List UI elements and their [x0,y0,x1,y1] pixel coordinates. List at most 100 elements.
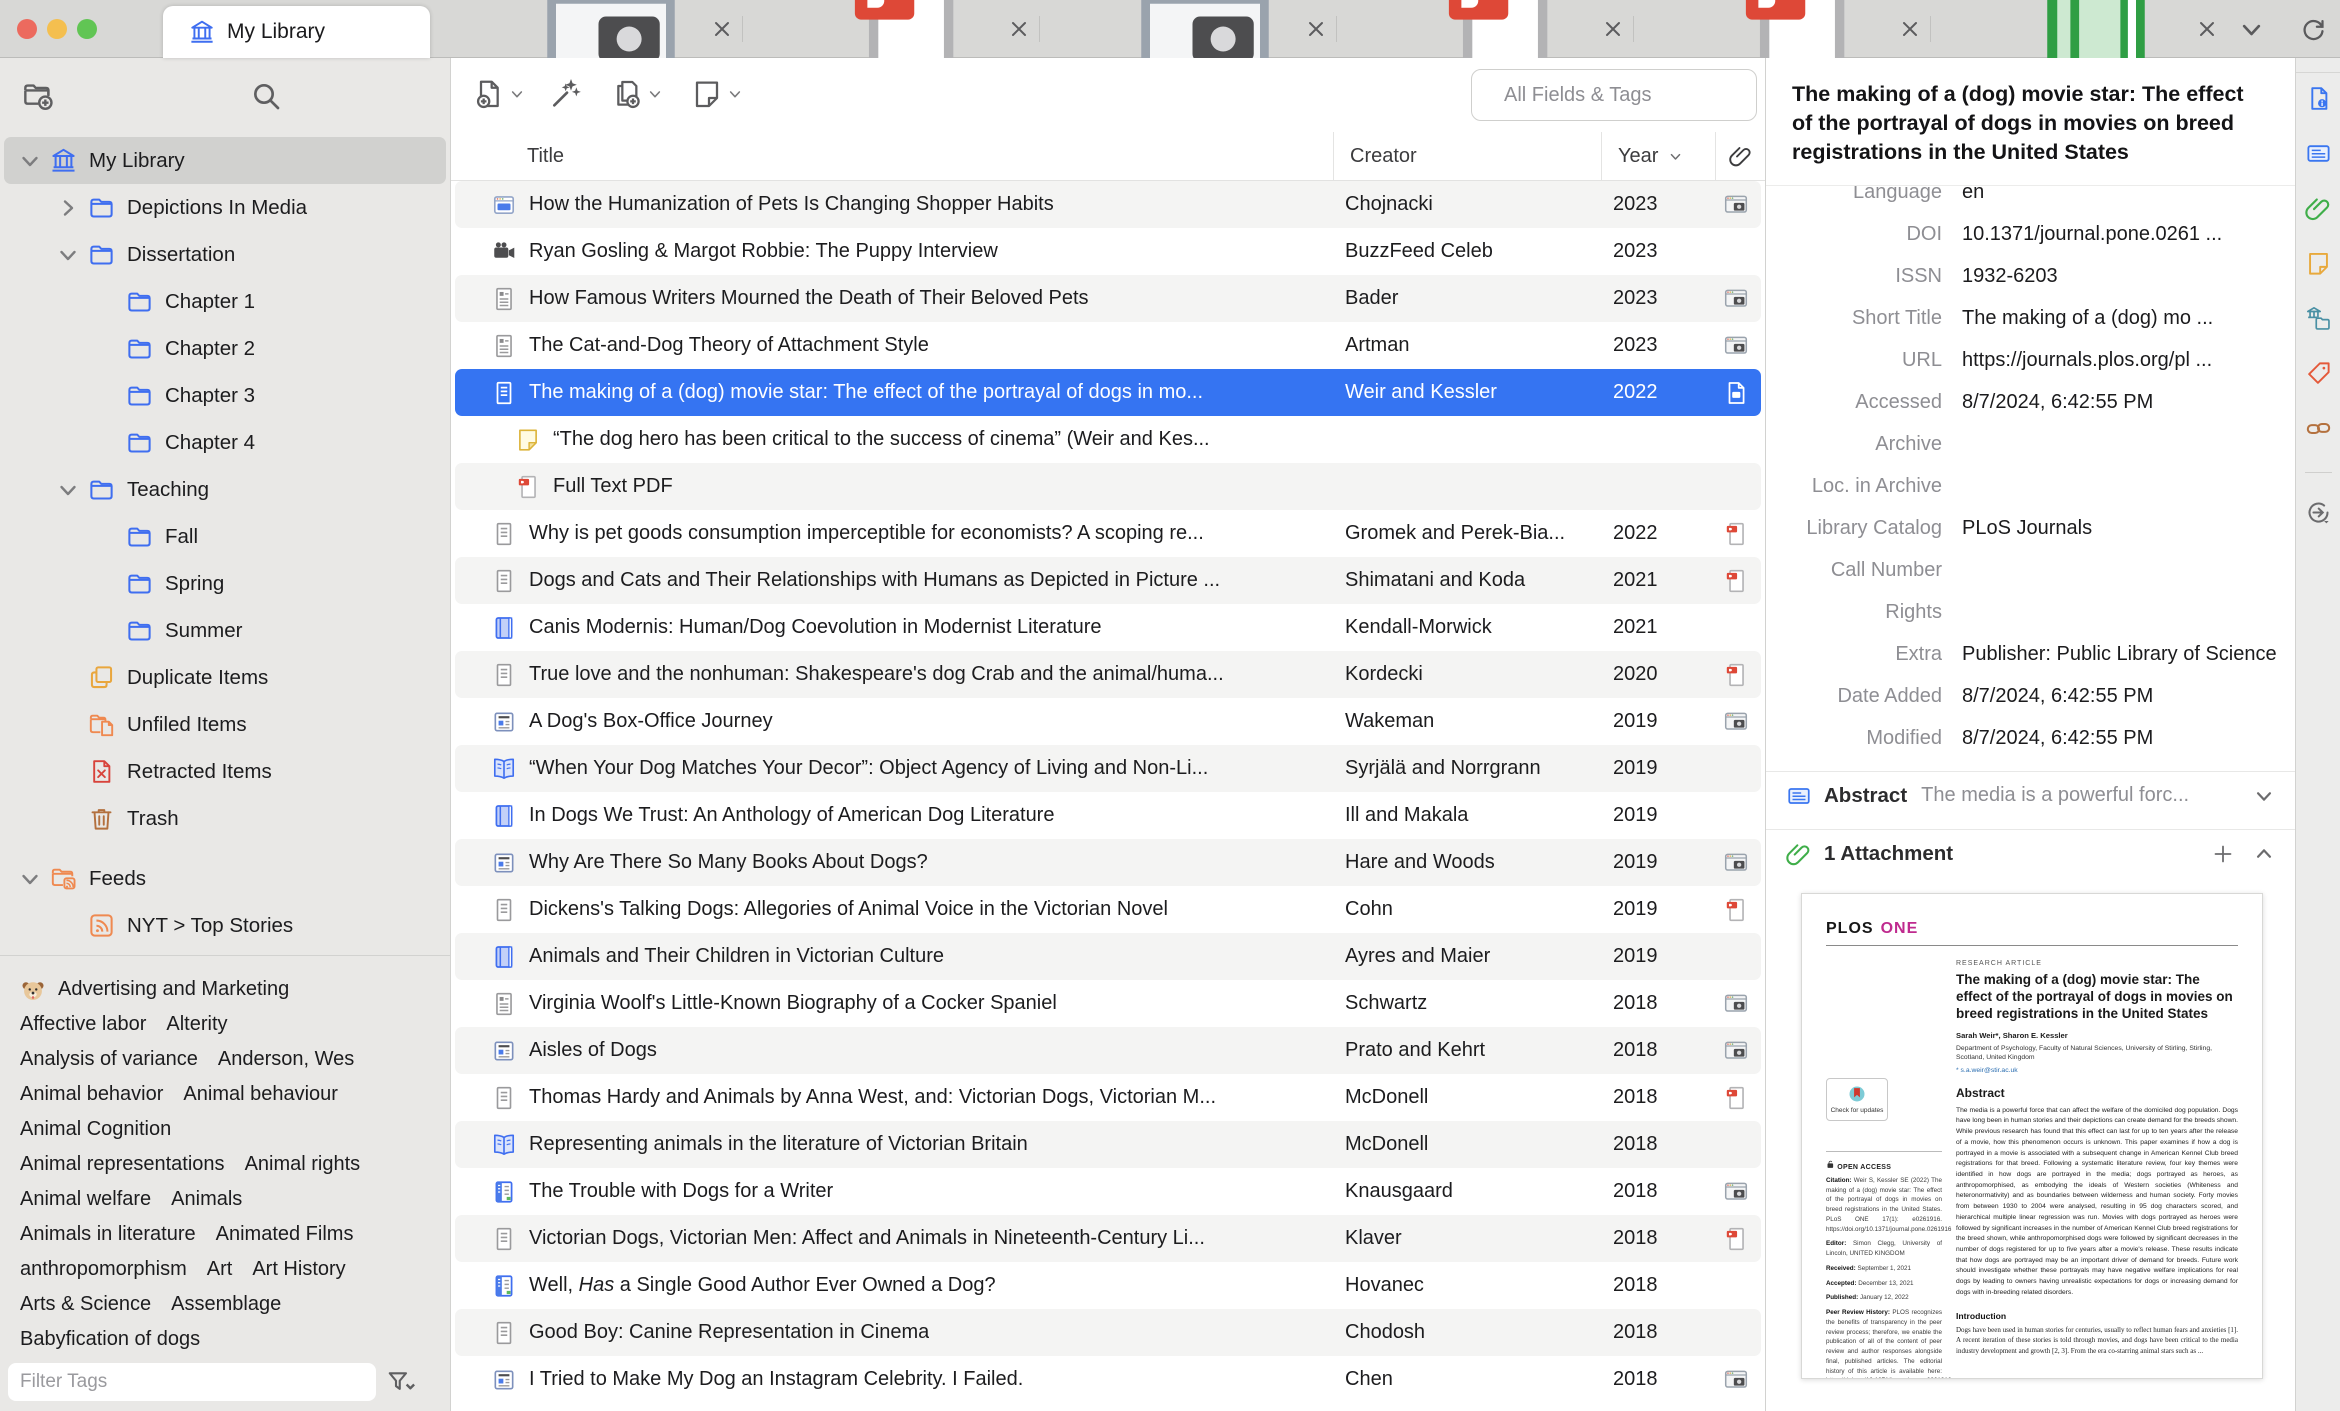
close-icon[interactable] [1007,17,1031,41]
tab-document-1[interactable]: Dante's Dogs - Man [445,0,742,58]
column-header-creator[interactable]: Creator [1333,132,1601,180]
item-row[interactable]: “When Your Dog Matches Your Decor”: Obje… [455,745,1761,792]
field-value[interactable] [1962,473,2281,499]
item-row[interactable]: The making of a (dog) movie star: The ef… [455,369,1761,416]
chevron-down-icon[interactable] [56,478,80,502]
field-value[interactable] [1962,599,2281,625]
item-row[interactable]: Well, Has a Single Good Author Ever Owne… [455,1262,1761,1309]
sidebar-item-my-library[interactable]: My Library [4,137,446,184]
notes-icon[interactable] [2305,250,2332,277]
abstract-icon[interactable] [2305,140,2332,167]
tag-affective-labor[interactable]: Affective labor [20,1013,146,1036]
sidebar-item-unfiled-items[interactable]: Unfiled Items [4,701,446,748]
item-child-row[interactable]: “The dog hero has been critical to the s… [455,416,1761,463]
sidebar-item-duplicate-items[interactable]: Duplicate Items [4,654,446,701]
tag-animal-behavior[interactable]: Animal behavior [20,1083,163,1106]
search-input[interactable] [1504,83,1769,107]
tag-filter-options-icon[interactable] [386,1367,416,1397]
tag-animal-behaviour[interactable]: Animal behaviour [183,1083,338,1106]
search-field[interactable] [1471,69,1769,121]
close-icon[interactable] [1304,17,1328,41]
tag-analysis-of-variance[interactable]: Analysis of variance [20,1048,198,1071]
item-row[interactable]: I Tried to Make My Dog an Instagram Cele… [455,1356,1761,1403]
locate-icon[interactable] [2305,499,2332,526]
tag-animal-cognition[interactable]: Animal Cognition [20,1118,171,1141]
item-row[interactable]: Representing animals in the literature o… [455,1121,1761,1168]
field-value[interactable]: en [1962,186,2281,205]
collapse-section-icon[interactable] [2253,843,2275,865]
chevron-right-icon[interactable] [56,196,80,220]
sidebar-item-chapter-4[interactable]: Chapter 4 [4,419,446,466]
sidebar-item-nyt-top-stories[interactable]: NYT > Top Stories [4,902,446,949]
pdf-preview[interactable]: PLOS ONE Check for updates OPEN ACCESS C… [1801,893,2263,1379]
new-collection-icon[interactable] [22,80,54,112]
close-icon[interactable] [1601,17,1625,41]
chevron-down-icon[interactable] [18,867,42,891]
item-row[interactable]: Why is pet goods consumption imperceptib… [455,510,1761,557]
tag-art-history[interactable]: Art History [252,1258,345,1281]
item-row[interactable]: Victorian Dogs, Victorian Men: Affect an… [455,1215,1761,1262]
field-value[interactable]: 1932-6203 [1962,263,2281,289]
field-value[interactable]: 8/7/2024, 6:42:55 PM [1962,683,2281,709]
sidebar-item-retracted-items[interactable]: Retracted Items [4,748,446,795]
close-icon[interactable] [2195,17,2219,41]
item-row[interactable]: Virginia Woolf's Little-Known Biography … [455,980,1761,1027]
tab-overflow-chevron-icon[interactable] [2238,16,2265,43]
tag-animal-representations[interactable]: Animal representations [20,1153,225,1176]
field-value[interactable]: The making of a (dog) mo ... [1962,305,2281,331]
item-row[interactable]: True love and the nonhuman: Shakespeare'… [455,651,1761,698]
sidebar-item-chapter-1[interactable]: Chapter 1 [4,278,446,325]
tag-animated-films[interactable]: Animated Films [216,1223,354,1246]
add-by-identifier-button[interactable] [549,78,581,110]
tab-document-3[interactable]: Aisles of Dogs - Prat [1039,0,1336,58]
field-value[interactable]: 8/7/2024, 6:42:55 PM [1962,389,2281,415]
sidebar-item-chapter-2[interactable]: Chapter 2 [4,325,446,372]
item-row[interactable]: Aisles of Dogs Prato and Kehrt 2018 [455,1027,1761,1074]
field-value[interactable]: https://journals.plos.org/pl ... [1962,347,2281,373]
item-row[interactable]: How Famous Writers Mourned the Death of … [455,275,1761,322]
item-row[interactable]: Dogs and Cats and Their Relationships wi… [455,557,1761,604]
tag-alterity[interactable]: Alterity [166,1013,227,1036]
item-child-row[interactable]: Full Text PDF [455,463,1761,510]
sidebar-item-chapter-3[interactable]: Chapter 3 [4,372,446,419]
collections-search-icon[interactable] [250,80,282,112]
tab-document-4[interactable]: Victorian Dogs, Victo [1336,0,1633,58]
tag-animal-rights[interactable]: Animal rights [245,1153,361,1176]
item-row[interactable]: Canis Modernis: Human/Dog Coevolution in… [455,604,1761,651]
item-row[interactable]: The Cat-and-Dog Theory of Attachment Sty… [455,322,1761,369]
sync-icon[interactable] [2300,16,2327,43]
new-item-button[interactable] [473,78,525,110]
zoom-window-button[interactable] [77,19,97,39]
sidebar-item-feeds[interactable]: Feeds [4,855,446,902]
attachments-section[interactable]: 1 Attachment [1766,829,2295,877]
column-header-year[interactable]: Year [1601,132,1715,180]
close-icon[interactable] [1898,17,1922,41]
item-row[interactable]: Animals and Their Children in Victorian … [455,933,1761,980]
tab-my-library[interactable]: My Library [163,6,430,58]
field-value[interactable]: 10.1371/journal.pone.0261 ... [1962,221,2281,247]
sidebar-item-trash[interactable]: Trash [4,795,446,842]
abstract-section[interactable]: Abstract The media is a powerful forc... [1766,771,2295,819]
sidebar-item-dissertation[interactable]: Dissertation [4,231,446,278]
tab-document-2[interactable]: “The Dog Stole the F [742,0,1039,58]
item-row[interactable]: Why Are There So Many Books About Dogs? H… [455,839,1761,886]
tab-document-6[interactable]: The Hound of the Ba [1930,0,2227,58]
item-row[interactable]: Thomas Hardy and Animals by Anna West, a… [455,1074,1761,1121]
sidebar-item-depictions-in-media[interactable]: Depictions In Media [4,184,446,231]
item-row[interactable]: Dickens's Talking Dogs: Allegories of An… [455,886,1761,933]
info-icon[interactable] [2305,85,2332,112]
close-window-button[interactable] [17,19,37,39]
tags-icon[interactable] [2305,360,2332,387]
minimize-window-button[interactable] [47,19,67,39]
field-value[interactable] [1962,431,2281,457]
close-icon[interactable] [710,17,734,41]
sidebar-item-teaching[interactable]: Teaching [4,466,446,513]
tag-animals[interactable]: Animals [171,1188,242,1211]
field-value[interactable]: 8/7/2024, 6:42:55 PM [1962,725,2281,751]
tag-arts-science[interactable]: Arts & Science [20,1293,151,1316]
related-icon[interactable] [2305,415,2332,442]
item-row[interactable]: The Trouble with Dogs for a Writer Knausg… [455,1168,1761,1215]
field-value[interactable] [1962,557,2281,583]
column-header-attachment[interactable] [1715,132,1765,180]
new-attachment-button[interactable] [611,78,663,110]
